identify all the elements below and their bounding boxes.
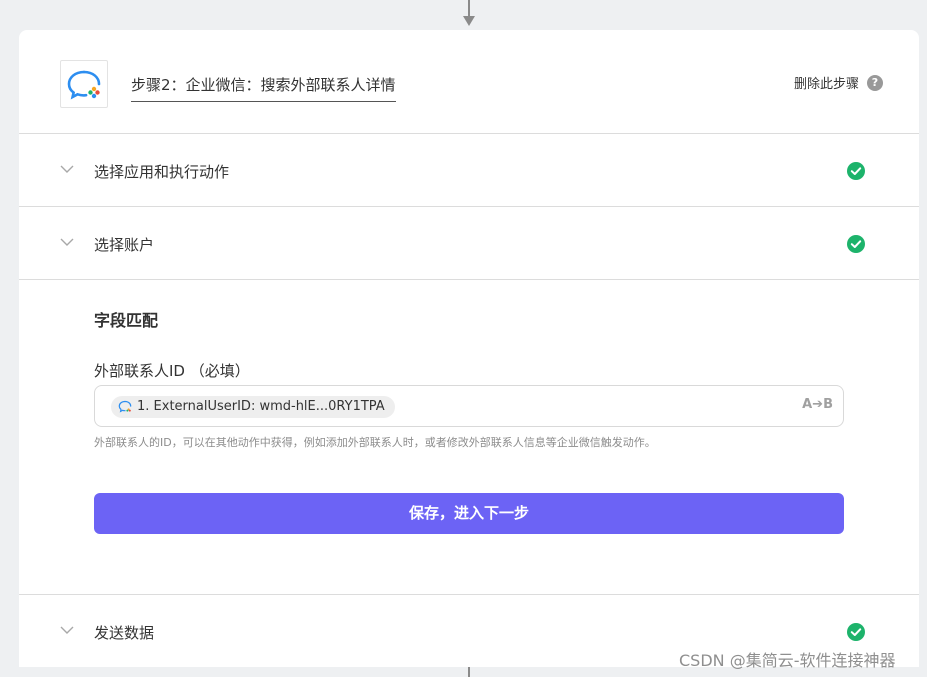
- chevron-down-icon: [60, 626, 74, 634]
- transform-a-to-b-icon[interactable]: A➔B: [802, 397, 833, 412]
- step-header: 步骤2：企业微信：搜索外部联系人详情 删除此步骤 ?: [19, 30, 919, 134]
- external-user-id-field[interactable]: 1. ExternalUserID: wmd-hlE...0RY1TPA A➔B: [94, 385, 844, 427]
- help-icon[interactable]: ?: [867, 74, 883, 91]
- section-label: 选择应用和执行动作: [94, 163, 230, 181]
- flow-connector-line: [468, 667, 470, 677]
- chevron-down-icon: [60, 165, 74, 173]
- external-user-id-label: 外部联系人ID （必填）: [94, 362, 250, 380]
- step-title[interactable]: 步骤2：企业微信：搜索外部联系人详情: [131, 74, 396, 102]
- delete-step-button[interactable]: 删除此步骤 ?: [794, 73, 883, 92]
- delete-step-label: 删除此步骤: [793, 77, 859, 92]
- check-circle-icon: [847, 235, 865, 253]
- section-select-account[interactable]: 选择账户: [19, 207, 919, 280]
- section-label: 选择账户: [94, 236, 155, 254]
- check-circle-icon: [847, 162, 865, 180]
- field-mapping-heading: 字段匹配: [94, 311, 159, 330]
- save-and-continue-button[interactable]: 保存，进入下一步: [94, 493, 844, 534]
- chevron-down-icon: [60, 238, 74, 246]
- section-label: 发送数据: [94, 624, 155, 642]
- field-mapping-panel: 字段匹配 外部联系人ID （必填） 1. ExternalUserID: wmd…: [19, 280, 919, 595]
- wecom-small-icon: [118, 400, 132, 413]
- wecom-logo-icon: [60, 60, 108, 108]
- check-circle-icon: [847, 623, 865, 641]
- section-select-app-action[interactable]: 选择应用和执行动作: [19, 134, 919, 207]
- flow-arrow-down-icon: [463, 16, 475, 26]
- watermark: CSDN @集简云-软件连接神器: [679, 651, 896, 670]
- variable-token[interactable]: 1. ExternalUserID: wmd-hlE...0RY1TPA: [111, 396, 395, 418]
- step-card: 步骤2：企业微信：搜索外部联系人详情 删除此步骤 ? 选择应用和执行动作 选择账…: [19, 30, 919, 667]
- variable-token-text: 1. ExternalUserID: wmd-hlE...0RY1TPA: [137, 399, 385, 414]
- field-hint: 外部联系人的ID，可以在其他动作中获得，例如添加外部联系人时，或者修改外部联系人…: [94, 436, 656, 449]
